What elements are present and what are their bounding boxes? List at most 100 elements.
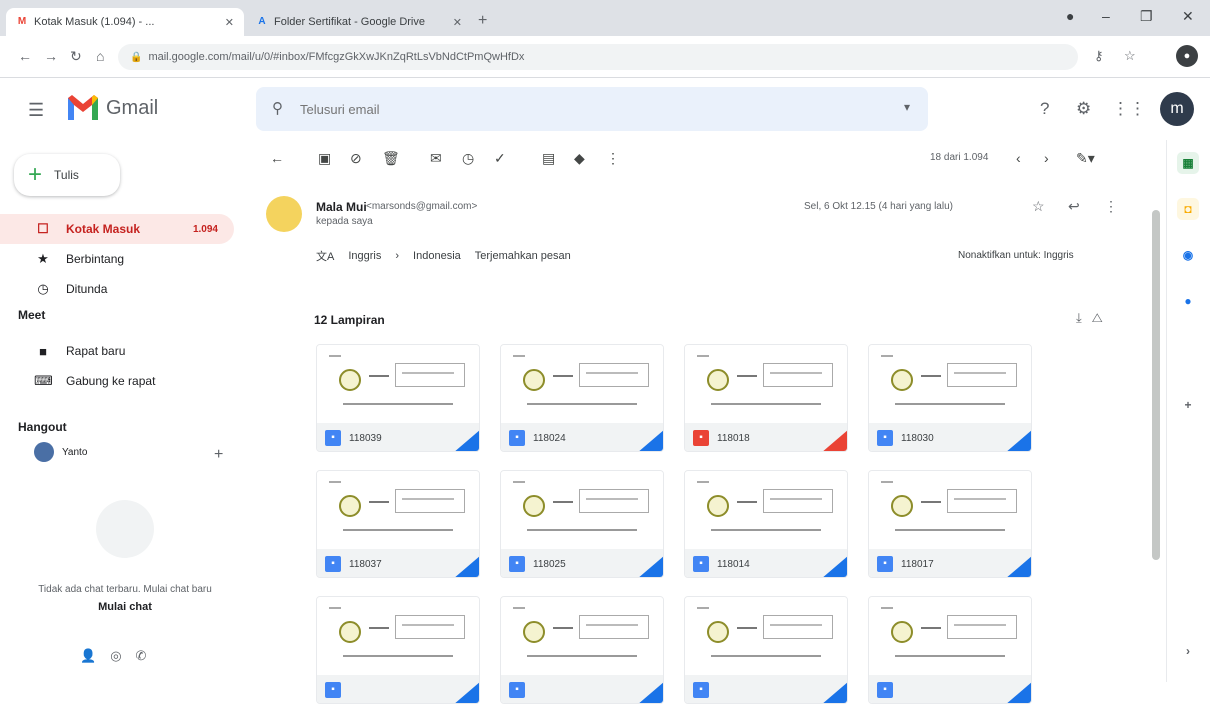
preview-line bbox=[711, 655, 821, 657]
help-icon[interactable]: ? bbox=[1040, 99, 1049, 119]
attachment-card[interactable]: ▪ bbox=[684, 596, 848, 704]
archive-icon[interactable]: ▣ bbox=[318, 150, 331, 167]
older-icon[interactable]: › bbox=[1044, 150, 1049, 166]
browser-tab-drive[interactable]: A Folder Sertifikat - Google Drive ✕ bbox=[246, 8, 472, 36]
add-to-drive-icon[interactable]: △ bbox=[1092, 310, 1113, 325]
attachment-card[interactable]: ▪ bbox=[500, 596, 664, 704]
close-tab-icon[interactable]: ✕ bbox=[225, 16, 234, 29]
add-addon-icon[interactable]: + bbox=[1177, 394, 1199, 416]
translate-to[interactable]: Indonesia bbox=[413, 250, 461, 262]
message-date: Sel, 6 Okt 12.15 (4 hari yang lalu) bbox=[804, 201, 953, 212]
sidebar-item-snoozed[interactable]: ◷ Ditunda bbox=[0, 274, 234, 304]
key-icon[interactable]: ⚷ bbox=[1094, 48, 1104, 64]
newer-icon[interactable]: ‹ bbox=[1016, 150, 1021, 166]
back-to-inbox-icon[interactable]: ← bbox=[270, 150, 284, 166]
bookmark-star-icon[interactable]: ☆ bbox=[1124, 48, 1136, 64]
move-to-icon[interactable]: ▤ bbox=[542, 150, 555, 167]
attachment-card[interactable]: ▪ bbox=[868, 596, 1032, 704]
tasks-icon[interactable]: ◉ bbox=[1177, 244, 1199, 266]
tab-label: Kotak Masuk (1.094) - ... bbox=[34, 16, 155, 28]
preview-box bbox=[947, 363, 1017, 387]
url-field[interactable]: 🔒 mail.google.com/mail/u/0/#inbox/FMfcgzG… bbox=[118, 44, 1078, 70]
start-chat-link[interactable]: Mulai chat bbox=[30, 601, 220, 613]
snooze-icon[interactable]: ◷ bbox=[462, 150, 474, 167]
phone-icon[interactable]: ✆ bbox=[136, 648, 161, 663]
download-all-icon[interactable]: ⤓ bbox=[1076, 310, 1092, 325]
search-options-icon[interactable]: ▾ bbox=[904, 100, 910, 114]
back-icon[interactable]: ← bbox=[18, 48, 32, 64]
input-tools-icon[interactable]: ✎▾ bbox=[1076, 150, 1095, 167]
close-window-icon[interactable]: ✕ bbox=[1182, 8, 1194, 25]
preview-line bbox=[895, 529, 1005, 531]
reload-icon[interactable]: ↻ bbox=[70, 48, 82, 65]
browser-profile-avatar[interactable]: ● bbox=[1176, 45, 1198, 67]
apps-grid-icon[interactable]: ⋮⋮ bbox=[1112, 99, 1146, 119]
hangouts-user[interactable]: Yanto bbox=[34, 442, 87, 462]
scrollbar[interactable] bbox=[1152, 210, 1160, 560]
report-spam-icon[interactable]: ⊘ bbox=[350, 150, 362, 167]
recipient-details[interactable]: kepada saya bbox=[316, 216, 373, 227]
mark-unread-icon[interactable]: ✉ bbox=[430, 150, 442, 167]
home-icon[interactable]: ⌂ bbox=[96, 48, 104, 64]
translate-off-link[interactable]: Nonaktifkan untuk: Inggris bbox=[958, 250, 1074, 261]
account-avatar[interactable]: m bbox=[1160, 92, 1194, 126]
mail-search-bar: ⚲ ▾ bbox=[256, 87, 928, 131]
more-icon[interactable]: ⋮ bbox=[1104, 198, 1118, 215]
attachment-card[interactable]: ▪ 118018 bbox=[684, 344, 848, 452]
sidebar-item-new-meeting[interactable]: ■ Rapat baru bbox=[0, 336, 234, 366]
message-toolbar: ← ▣ ⊘ 🗑 ✉ ◷ ✓ ▤ ◆ ⋮ 18 dari 1.094 ‹ › ✎▾ bbox=[256, 140, 1160, 178]
preview-line bbox=[737, 627, 757, 629]
file-type-icon: ▪ bbox=[693, 682, 709, 698]
preview-line bbox=[895, 403, 1005, 405]
main-menu-icon[interactable]: ☰ bbox=[28, 100, 44, 121]
profile-dot-icon[interactable]: ● bbox=[1066, 8, 1074, 24]
compose-button[interactable]: + Tulis bbox=[14, 154, 120, 196]
calendar-icon[interactable]: ▦ bbox=[1177, 152, 1199, 174]
attachment-card[interactable]: ▪ 118014 bbox=[684, 470, 848, 578]
sidebar-item-inbox[interactable]: ☐ Kotak Masuk 1.094 bbox=[0, 214, 234, 244]
keep-icon[interactable]: ◘ bbox=[1177, 198, 1199, 220]
translate-bar: 文A Inggris › Indonesia Terjemahkan pesan bbox=[316, 248, 571, 264]
new-tab-icon[interactable]: + bbox=[478, 12, 487, 30]
attachment-card[interactable]: ▪ 118017 bbox=[868, 470, 1032, 578]
preview-line bbox=[895, 655, 1005, 657]
search-icon[interactable]: ⚲ bbox=[272, 99, 283, 117]
sender-email: <marsonds@gmail.com> bbox=[366, 201, 478, 212]
add-chat-icon[interactable]: + bbox=[214, 446, 223, 464]
attachment-footer: ▪ 118024 bbox=[501, 423, 663, 451]
chat-icon[interactable]: ◎ bbox=[110, 648, 135, 663]
sender-name[interactable]: Mala Mui bbox=[316, 200, 367, 214]
maximize-icon[interactable]: ❐ bbox=[1140, 8, 1153, 25]
forward-icon[interactable]: → bbox=[44, 48, 58, 64]
attachment-card[interactable]: ▪ 118024 bbox=[500, 344, 664, 452]
add-to-tasks-icon[interactable]: ✓ bbox=[494, 150, 506, 167]
attachment-card[interactable]: ▪ 118037 bbox=[316, 470, 480, 578]
preview-line bbox=[881, 607, 893, 609]
delete-icon[interactable]: 🗑 bbox=[382, 150, 400, 167]
preview-line bbox=[553, 375, 573, 377]
more-options-icon[interactable]: ⋮ bbox=[606, 150, 620, 167]
translate-from[interactable]: Inggris bbox=[348, 250, 381, 262]
sidebar-item-starred[interactable]: ★ Berbintang bbox=[0, 244, 234, 274]
reply-icon[interactable]: ↩ bbox=[1068, 198, 1080, 215]
label-icon[interactable]: ◆ bbox=[574, 150, 585, 167]
browser-tab-gmail[interactable]: M Kotak Masuk (1.094) - ... ✕ bbox=[6, 8, 244, 36]
translate-action[interactable]: Terjemahkan pesan bbox=[475, 250, 571, 262]
attachment-card[interactable]: ▪ bbox=[316, 596, 480, 704]
star-icon[interactable]: ☆ bbox=[1032, 198, 1045, 215]
search-input[interactable] bbox=[300, 99, 860, 119]
contacts-icon[interactable]: ● bbox=[1177, 290, 1199, 312]
collapse-panel-icon[interactable]: › bbox=[1177, 640, 1199, 662]
preview-box bbox=[395, 489, 465, 513]
person-icon[interactable]: 👤 bbox=[80, 648, 110, 663]
close-tab-icon[interactable]: ✕ bbox=[453, 16, 462, 29]
file-corner-icon bbox=[1005, 681, 1031, 703]
sidebar-item-join-meeting[interactable]: ⌨ Gabung ke rapat bbox=[0, 366, 234, 396]
settings-gear-icon[interactable]: ⚙ bbox=[1076, 99, 1091, 119]
attachment-card[interactable]: ▪ 118030 bbox=[868, 344, 1032, 452]
minimize-icon[interactable]: – bbox=[1102, 8, 1110, 24]
attachment-card[interactable]: ▪ 118039 bbox=[316, 344, 480, 452]
attachment-card[interactable]: ▪ 118025 bbox=[500, 470, 664, 578]
seal-icon bbox=[891, 495, 913, 517]
clock-icon: ◷ bbox=[37, 281, 49, 296]
